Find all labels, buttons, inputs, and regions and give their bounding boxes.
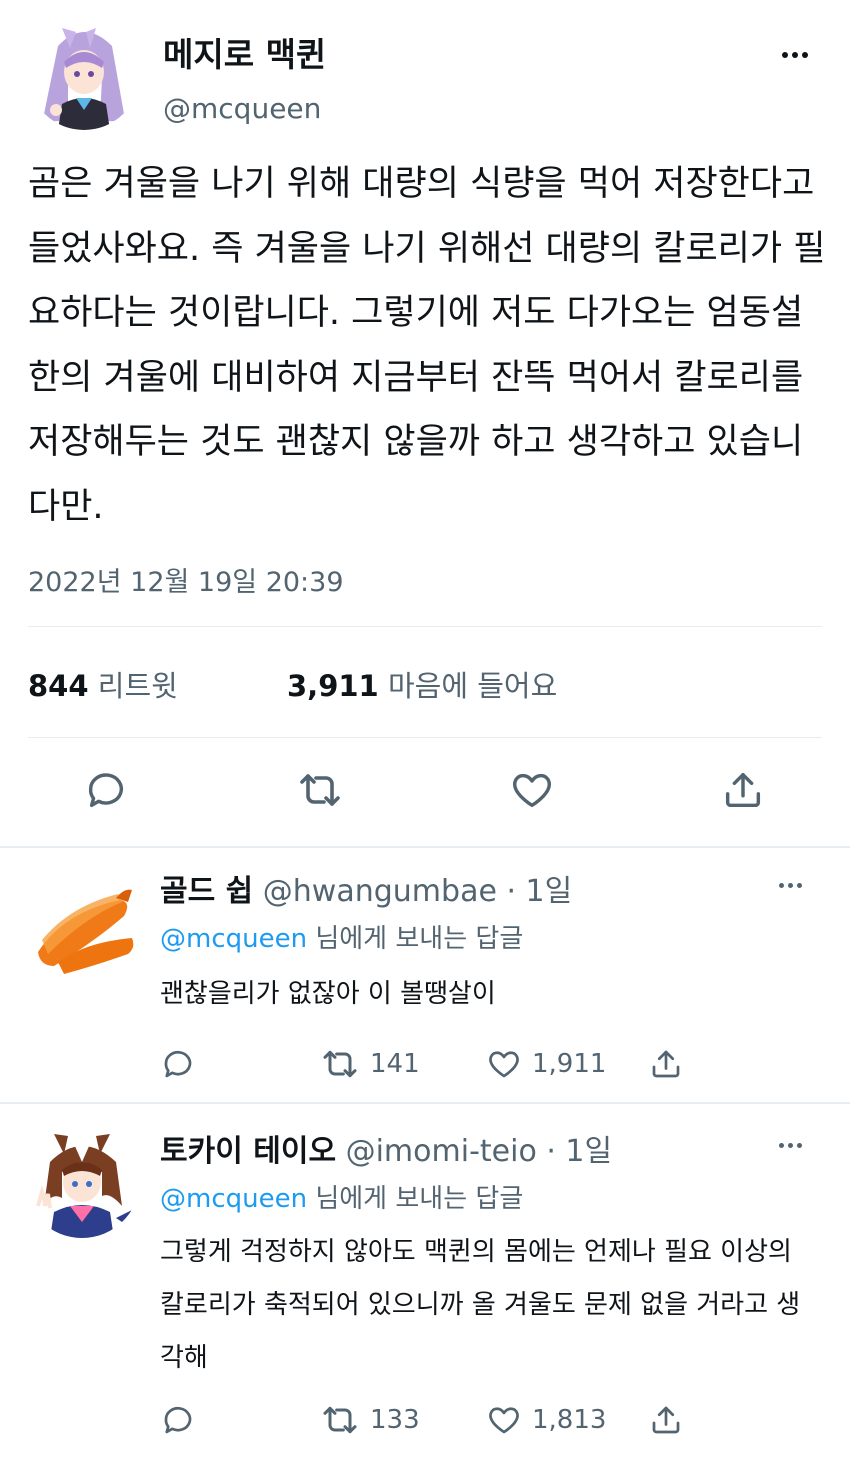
avatar[interactable] — [28, 18, 140, 130]
reply-icon[interactable] — [160, 1044, 196, 1084]
reply-text-line: 괜찮을리가 없잖아 이 볼땡살이 — [160, 979, 496, 1009]
avatar[interactable] — [24, 1122, 140, 1238]
heart-icon — [489, 1407, 519, 1434]
handle[interactable]: @mcqueen — [163, 92, 321, 125]
reply-header: 토카이 테이오 @imomi-teio · 1일 — [160, 1126, 612, 1170]
reply-header: 골드 쉽 @hwangumbae · 1일 — [160, 866, 572, 910]
retweet-icon — [323, 1050, 357, 1078]
tweet-text-line: 들었사와요. 즉 겨울을 나기 위해선 대량의 칼로리가 필 — [28, 228, 826, 269]
reply-icon[interactable] — [160, 1400, 196, 1440]
reply-tweet[interactable]: 골드 쉽 @hwangumbae · 1일 @mcqueen 님에게 보내는 답… — [0, 848, 850, 1103]
retweet-icon[interactable] — [290, 760, 350, 820]
reply-text: 그렇게 걱정하지 않아도 맥퀸의 몸에는 언제나 필요 이상의 칼로리가 축적되… — [160, 1226, 820, 1385]
heart-icon — [489, 1051, 519, 1078]
reply-handle[interactable]: @hwangumbae — [263, 874, 497, 909]
retweet-label: 리트윗 — [97, 669, 178, 703]
like-count: 1,813 — [532, 1405, 607, 1435]
reply-time[interactable]: · 1일 — [506, 874, 572, 909]
reply-display-name[interactable]: 골드 쉽 — [160, 874, 253, 909]
timestamp[interactable]: 2022년 12월 19일 20:39 — [28, 560, 344, 599]
reply-icon[interactable] — [76, 760, 136, 820]
reply-display-name[interactable]: 토카이 테이오 — [160, 1134, 336, 1169]
like-button[interactable]: 1,813 — [486, 1400, 606, 1440]
reply-mention[interactable]: @mcqueen — [160, 1184, 307, 1214]
reply-to-label: 님에게 보내는 답글 — [315, 924, 524, 954]
reply-to: @mcqueen 님에게 보내는 답글 — [160, 1178, 523, 1215]
more-icon[interactable] — [770, 40, 820, 70]
tweet-text-line: 한의 겨울에 대비하여 지금부터 잔뜩 먹어서 칼로리를 — [28, 357, 804, 398]
action-bar — [0, 760, 850, 824]
like-button[interactable]: 1,911 — [486, 1044, 606, 1084]
tweet-text-line: 요하다는 것이랍니다. 그렇기에 저도 다가오는 엄동설 — [28, 293, 804, 333]
tweet-text-line: 저장해두는 것도 괜찮지 않을까 하고 생각하고 있습니 — [28, 422, 804, 462]
reply-text: 괜찮을리가 없잖아 이 볼땡살이 — [160, 968, 820, 1021]
retweet-count: 141 — [370, 1049, 420, 1079]
avatar-image — [28, 18, 140, 130]
reply-text-line: 칼로리가 축적되어 있으니까 올 겨울도 문제 없을 거라고 생 — [160, 1290, 801, 1320]
reply-to: @mcqueen 님에게 보내는 답글 — [160, 918, 523, 955]
reply-text-line: 그렇게 걱정하지 않아도 맥퀸의 몸에는 언제나 필요 이상의 — [160, 1237, 792, 1267]
retweet-count: 844 — [28, 669, 89, 703]
more-icon[interactable] — [765, 870, 815, 900]
avatar-image — [24, 862, 140, 978]
retweet-button[interactable]: 141 — [320, 1044, 420, 1084]
like-stat[interactable]: 3,911 마음에 들어요 — [287, 663, 557, 705]
divider — [28, 737, 822, 738]
share-icon[interactable] — [648, 1044, 684, 1084]
tweet-text-line: 다만. — [28, 486, 104, 527]
reply-handle[interactable]: @imomi-teio — [346, 1134, 537, 1169]
like-label: 마음에 들어요 — [387, 669, 558, 703]
share-icon[interactable] — [713, 760, 773, 820]
reply-to-label: 님에게 보내는 답글 — [315, 1184, 524, 1214]
reply-tweet[interactable]: 토카이 테이오 @imomi-teio · 1일 @mcqueen 님에게 보내… — [0, 1104, 850, 1459]
avatar[interactable] — [24, 862, 140, 978]
tweet-text: 곰은 겨울을 나기 위해 대량의 식량을 먹어 저장한다고 들었사와요. 즉 겨… — [28, 152, 828, 539]
divider — [28, 626, 822, 627]
reply-mention[interactable]: @mcqueen — [160, 924, 307, 954]
reply-time[interactable]: · 1일 — [546, 1134, 612, 1169]
avatar-image — [24, 1122, 140, 1238]
like-count: 3,911 — [287, 669, 379, 703]
retweet-button[interactable]: 133 — [320, 1400, 420, 1440]
retweet-icon — [323, 1406, 357, 1434]
heart-icon[interactable] — [502, 760, 562, 820]
main-tweet: 메지로 맥퀸 @mcqueen 곰은 겨울을 나기 위해 대량의 식량을 먹어 … — [0, 0, 850, 848]
share-icon[interactable] — [648, 1400, 684, 1440]
reply-text-line: 각해 — [160, 1343, 208, 1373]
tweet-text-line: 곰은 겨울을 나기 위해 대량의 식량을 먹어 저장한다고 — [28, 164, 815, 204]
display-name[interactable]: 메지로 맥퀸 — [163, 28, 326, 76]
like-count: 1,911 — [532, 1049, 607, 1079]
retweet-stat[interactable]: 844 리트윗 — [28, 663, 178, 705]
retweet-count: 133 — [370, 1405, 420, 1435]
more-icon[interactable] — [765, 1130, 815, 1160]
